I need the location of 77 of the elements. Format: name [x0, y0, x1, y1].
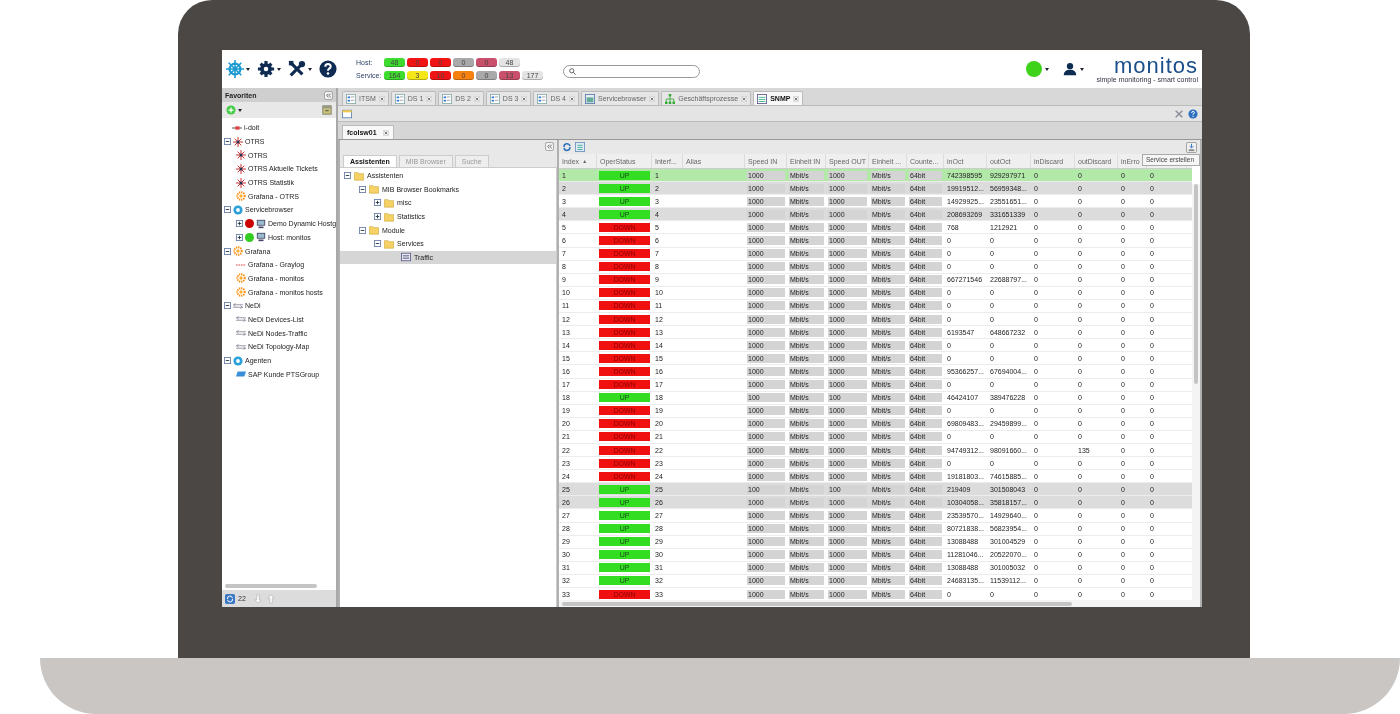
- caret-icon[interactable]: [246, 67, 250, 71]
- folder-icon: [354, 170, 364, 181]
- archive-icon[interactable]: [322, 105, 332, 115]
- scrollbar-thumb[interactable]: [225, 583, 317, 588]
- monitor-icon: [256, 232, 266, 243]
- asterisk-icon: [236, 150, 246, 161]
- expander-icon[interactable]: [374, 199, 381, 207]
- refresh-icon[interactable]: [225, 593, 235, 604]
- expander-icon[interactable]: [236, 233, 243, 241]
- expander-icon[interactable]: [224, 247, 231, 255]
- user-icon[interactable]: [1063, 62, 1078, 76]
- caret-icon[interactable]: [308, 67, 312, 71]
- gear-icon: [236, 287, 246, 298]
- caret-icon[interactable]: [1045, 67, 1050, 71]
- folder-icon: [369, 184, 379, 195]
- ring-icon: [233, 355, 243, 366]
- close-icon[interactable]: [521, 95, 528, 102]
- arrows-icon: [236, 341, 246, 352]
- close-icon[interactable]: [378, 95, 385, 102]
- list-icon: [394, 93, 405, 104]
- search-icon: [569, 68, 576, 75]
- collapse-icon[interactable]: [324, 90, 333, 100]
- close-icon[interactable]: [793, 95, 800, 102]
- close-icon[interactable]: [473, 95, 480, 102]
- scrollbar-thumb[interactable]: [562, 601, 1072, 606]
- window-icon[interactable]: [342, 108, 352, 119]
- asterisk-icon: [236, 163, 246, 174]
- list-icon: [537, 93, 548, 104]
- monitor-icon: [256, 218, 266, 229]
- arrows-icon: [233, 300, 243, 311]
- logo-text: monitos: [1113, 55, 1198, 76]
- caret-icon[interactable]: [1080, 67, 1085, 71]
- close-icon[interactable]: [741, 95, 748, 102]
- expander-icon[interactable]: [374, 213, 381, 221]
- status-dot[interactable]: [1026, 61, 1043, 77]
- collapse-icon[interactable]: [545, 142, 554, 151]
- expander-icon[interactable]: [224, 206, 231, 214]
- expander-icon[interactable]: [224, 138, 231, 146]
- asterisk-icon: [236, 177, 246, 188]
- help-icon[interactable]: [319, 60, 337, 78]
- gear-icon: [236, 191, 246, 202]
- scrollbar-thumb[interactable]: [1194, 184, 1198, 384]
- expander-icon[interactable]: [374, 240, 381, 248]
- table-icon: [757, 93, 768, 104]
- expander-icon[interactable]: [224, 302, 231, 310]
- close-icon[interactable]: [382, 129, 389, 136]
- expander-icon[interactable]: [224, 357, 231, 365]
- list-icon: [346, 93, 356, 104]
- list-icon: [489, 93, 500, 104]
- document-icon: [401, 252, 411, 263]
- close-icon[interactable]: [569, 95, 575, 102]
- arrows-icon: [236, 328, 246, 339]
- expander-icon[interactable]: [359, 185, 366, 193]
- expander-icon[interactable]: [236, 220, 243, 228]
- caret-icon[interactable]: [277, 67, 281, 71]
- close-icon[interactable]: [426, 95, 433, 102]
- expander-icon[interactable]: [359, 226, 366, 234]
- caret-icon[interactable]: [238, 108, 242, 112]
- gear-icon: [236, 273, 246, 284]
- window-icon: [585, 93, 595, 104]
- folder-icon: [384, 198, 394, 208]
- list-icon: [442, 93, 453, 104]
- export-icon[interactable]: [1186, 141, 1197, 153]
- folder-icon: [384, 238, 394, 249]
- refresh-icon[interactable]: [562, 142, 572, 152]
- expander-icon[interactable]: [344, 172, 351, 180]
- settings-icon[interactable]: [257, 60, 275, 78]
- parallelogram-icon: [236, 369, 246, 380]
- close-icon[interactable]: [649, 95, 656, 102]
- hierarchy-icon: [665, 93, 676, 104]
- asterisk-icon: [233, 136, 243, 147]
- ring-icon: [233, 204, 243, 215]
- table-icon[interactable]: [575, 142, 585, 152]
- arrows-icon: [236, 314, 246, 325]
- folder-icon: [384, 211, 394, 222]
- gear-icon: [233, 246, 243, 257]
- folder-icon: [369, 225, 379, 236]
